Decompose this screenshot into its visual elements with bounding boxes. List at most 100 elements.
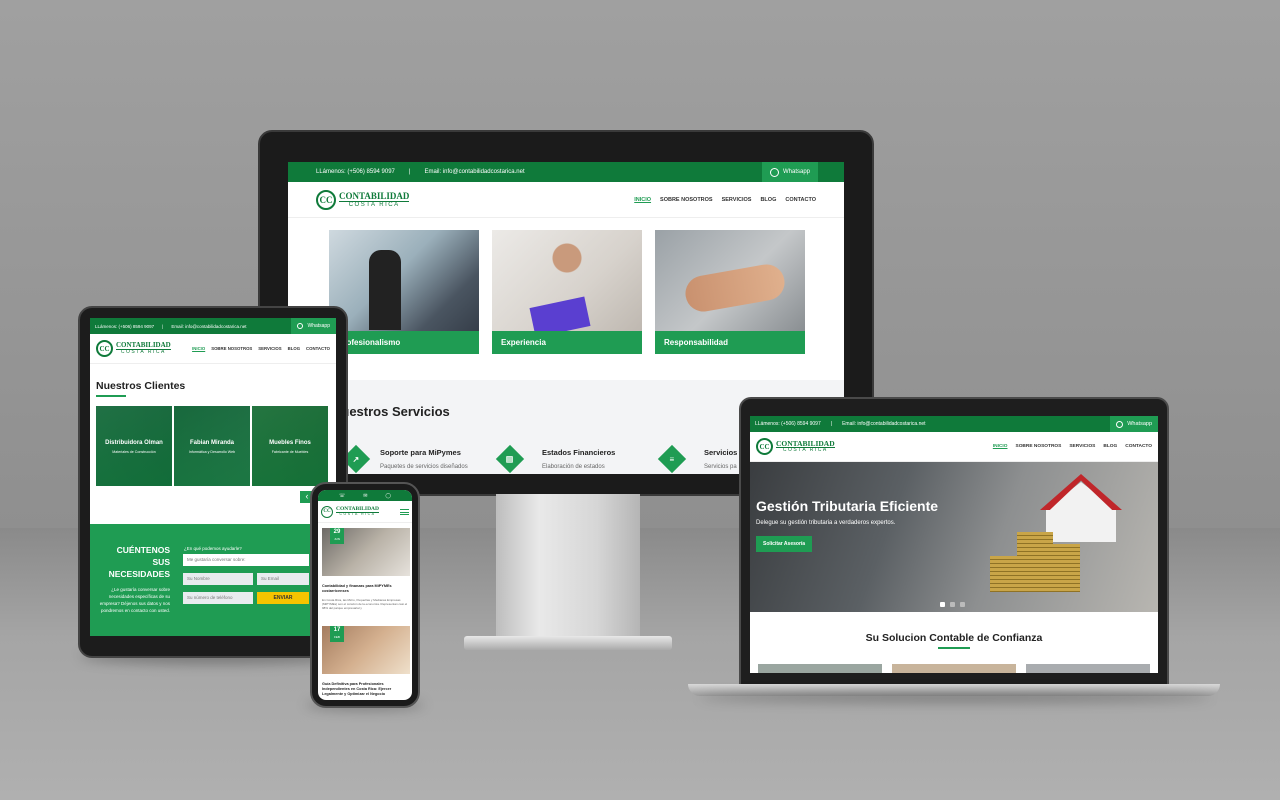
- whatsapp-label: Whatsapp: [782, 169, 810, 175]
- whatsapp-label: Whatsapp: [307, 323, 330, 329]
- title-underline: [938, 647, 970, 649]
- logo-icon: CC: [321, 505, 333, 518]
- logo[interactable]: CC CONTABILIDAD COSTA RICA: [316, 189, 410, 210]
- preview-card: [758, 664, 882, 673]
- cta-title: CUÉNTENOS SUS NECESIDADES: [108, 545, 170, 579]
- whatsapp-button[interactable]: Whatsapp: [291, 318, 336, 334]
- post-title[interactable]: Contabilidad y finanzas para MiPYMEs cos…: [322, 584, 410, 594]
- phone-text[interactable]: LLámenos: (+506) 8594 9097: [755, 421, 821, 427]
- client-card[interactable]: Fabian Miranda Informática y Desarrollo …: [174, 406, 250, 486]
- blog-post[interactable]: 17 FEB Guía Definitiva para Profesionale…: [322, 626, 410, 697]
- tablet-header: CC CONTABILIDAD COSTA RICA INICIO SOBRE N…: [90, 334, 336, 364]
- post-day: 17: [333, 627, 341, 633]
- phone-input[interactable]: Su número de teléfono: [183, 592, 253, 604]
- logo[interactable]: CC CONTABILIDAD COSTA RICA: [96, 340, 171, 357]
- monitor-stand-base: [464, 636, 672, 650]
- whatsapp-button[interactable]: Whatsapp: [1110, 416, 1158, 432]
- feature-card[interactable]: Experiencia: [492, 230, 642, 354]
- client-card[interactable]: Muebles Finos Fabricante de Muebles: [252, 406, 328, 486]
- nav-blog[interactable]: BLOG: [1103, 444, 1117, 449]
- slider-dot[interactable]: [940, 602, 945, 607]
- hero-cta-button[interactable]: Solicitar Asesoría: [756, 536, 813, 552]
- nav-inicio[interactable]: INICIO: [993, 444, 1008, 449]
- feature-card-label: Profesionalismo: [329, 331, 479, 354]
- phone-header: CC CONTABILIDAD COSTA RICA: [318, 501, 412, 523]
- desktop-topbar: LLámenos: (+506) 8594 9097 | Email: info…: [288, 162, 844, 182]
- feature-card[interactable]: Profesionalismo: [329, 230, 479, 354]
- logo-subname: COSTA RICA: [336, 512, 379, 517]
- settings-icon: ≡: [657, 444, 687, 474]
- post-date-badge: 29 JUN: [330, 528, 344, 544]
- preview-card: [892, 664, 1016, 673]
- client-desc: Fabricante de Muebles: [271, 450, 309, 454]
- nav-sobre[interactable]: SOBRE NOSOTROS: [211, 346, 252, 351]
- send-button[interactable]: ENVIAR: [257, 592, 309, 604]
- client-name: Muebles Finos: [269, 440, 311, 446]
- laptop-header: CC CONTABILIDAD COSTA RICA INICIO SOBRE N…: [750, 432, 1158, 462]
- form-label: ¿En qué podemos ayudarle?: [184, 546, 242, 551]
- email-text[interactable]: Email: info@contabilidadcostarica.net: [842, 421, 925, 427]
- logo-subname: COSTA RICA: [116, 349, 171, 355]
- logo-name: CONTABILIDAD: [116, 341, 171, 349]
- nav-servicios[interactable]: SERVICIOS: [1069, 444, 1095, 449]
- nav-contacto[interactable]: CONTACTO: [785, 197, 816, 203]
- logo[interactable]: CC CONTABILIDAD COSTA RICA: [321, 505, 379, 518]
- post-excerpt: En Costa Rica, las Micro, Pequeñas y Med…: [322, 598, 408, 610]
- client-name: Distribuidora Olman: [105, 440, 163, 446]
- client-desc: Materiales de Construcción: [112, 450, 156, 454]
- preview-card: [1026, 664, 1150, 673]
- logo-name: CONTABILIDAD: [776, 438, 835, 448]
- service-desc: Paquetes de servicios diseñados: [380, 464, 468, 470]
- logo-subname: COSTA RICA: [776, 447, 835, 453]
- office-photo: [369, 250, 401, 330]
- whatsapp-icon: [297, 323, 304, 329]
- hamburger-menu-icon[interactable]: [400, 508, 409, 515]
- slider-dot[interactable]: [960, 602, 965, 607]
- topic-input[interactable]: Me gustaría conversar sobre:: [183, 554, 309, 566]
- phone-topbar: ☏ ✉ ◯: [318, 490, 412, 501]
- whatsapp-icon: [769, 167, 779, 177]
- phone-text[interactable]: LLámenos: (+506) 8594 9097: [95, 324, 154, 329]
- post-image: 17 FEB: [322, 626, 410, 674]
- service-title: Estados Financieros: [542, 448, 616, 457]
- cta-text: ¿Le gustaría conversar sobre necesidades…: [99, 587, 170, 613]
- logo[interactable]: CC CONTABILIDAD COSTA RICA: [756, 438, 835, 455]
- main-nav: INICIO SOBRE NOSOTROS SERVICIOS BLOG CON…: [993, 444, 1152, 449]
- nav-servicios[interactable]: SERVICIOS: [722, 197, 752, 203]
- nav-inicio[interactable]: INICIO: [192, 346, 205, 351]
- nav-inicio[interactable]: INICIO: [634, 197, 651, 203]
- monitor-stand-neck: [496, 494, 640, 642]
- phone-text[interactable]: LLámenos: (+506) 8594 9097: [316, 169, 395, 175]
- nav-blog[interactable]: BLOG: [288, 346, 300, 351]
- nav-contacto[interactable]: CONTACTO: [1125, 444, 1152, 449]
- post-title[interactable]: Guía Definitiva para Profesionales Indep…: [322, 682, 410, 697]
- client-name: Fabian Miranda: [189, 440, 234, 446]
- email-input[interactable]: Su Email: [257, 573, 309, 585]
- mail-icon[interactable]: ✉: [363, 493, 367, 499]
- nav-sobre[interactable]: SOBRE NOSOTROS: [660, 197, 713, 203]
- client-card[interactable]: Distribuidora Olman Materiales de Constr…: [96, 406, 172, 486]
- hero-subtitle: Delegue su gestión tributaria a verdader…: [756, 520, 896, 526]
- whatsapp-icon[interactable]: ◯: [385, 493, 391, 499]
- nav-sobre[interactable]: SOBRE NOSOTROS: [1016, 444, 1062, 449]
- feature-card[interactable]: Responsabilidad: [655, 230, 805, 354]
- feature-card-label: Experiencia: [492, 331, 642, 354]
- logo-icon: CC: [316, 189, 336, 210]
- service-desc: Servicios pa: [704, 464, 737, 470]
- feature-card-label: Responsabilidad: [655, 331, 805, 354]
- nav-servicios[interactable]: SERVICIOS: [258, 346, 281, 351]
- name-input[interactable]: Su Nombre: [183, 573, 253, 585]
- desktop-header: CC CONTABILIDAD COSTA RICA INICIO SOBRE N…: [288, 182, 844, 218]
- blog-post[interactable]: 29 JUN Contabilidad y finanzas para MiPY…: [322, 528, 410, 610]
- nav-contacto[interactable]: CONTACTO: [306, 346, 330, 351]
- hero-title: Gestión Tributaria Eficiente: [756, 498, 939, 514]
- slider-dot[interactable]: [950, 602, 955, 607]
- separator: |: [408, 169, 411, 175]
- phone-icon[interactable]: ☏: [339, 493, 345, 499]
- nav-blog[interactable]: BLOG: [760, 197, 776, 203]
- house-image: [1046, 482, 1116, 542]
- service-title: Soporte para MiPymes: [380, 448, 461, 457]
- whatsapp-button[interactable]: Whatsapp: [761, 162, 818, 182]
- email-text[interactable]: Email: info@contabilidadcostarica.net: [171, 324, 246, 329]
- email-text[interactable]: Email: info@contabilidadcostarica.net: [424, 169, 524, 175]
